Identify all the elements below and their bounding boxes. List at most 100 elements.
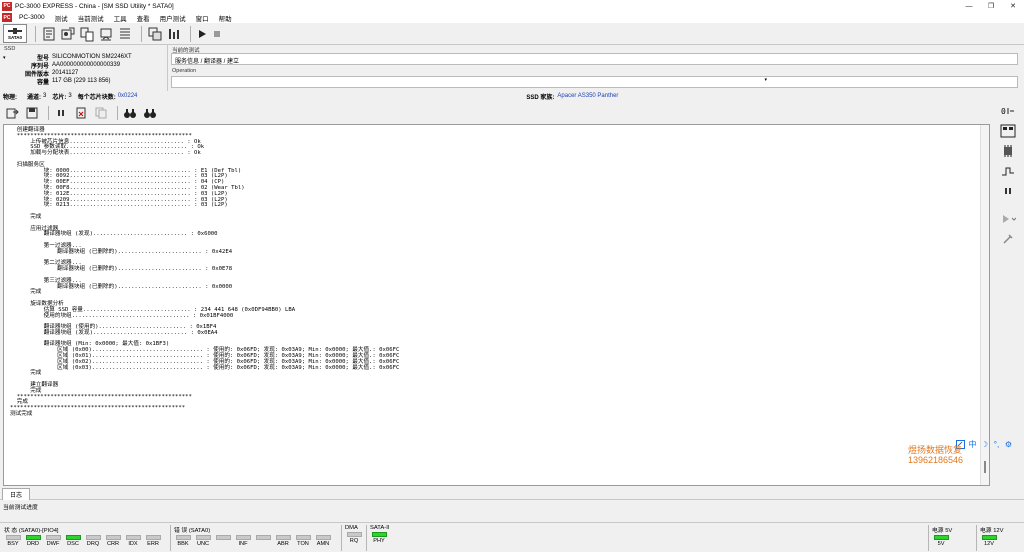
menu-view[interactable]: 查看 [132, 13, 155, 23]
terminal-button[interactable] [996, 122, 1020, 140]
led-lamp [125, 535, 141, 540]
toolbar-separator [141, 25, 142, 42]
menu-tools[interactable]: 工具 [109, 13, 132, 23]
copy-button[interactable] [93, 105, 109, 121]
drive-info-bar: 物理: 通道: 3 芯片: 3 每个芯片块数: 0x0224 SSD 家族: A… [0, 91, 1024, 101]
led-label: ERR [147, 541, 159, 547]
status-group-label: 状 态 (SATA0)-[PIO4] [4, 528, 59, 534]
status-separator [341, 525, 342, 551]
tab-log[interactable]: 日志 [2, 488, 30, 500]
find-button[interactable] [122, 105, 138, 121]
menu-window[interactable]: 窗口 [191, 13, 214, 23]
led-lamp [346, 532, 362, 537]
blocks-per-chip-value: 0x0224 [117, 93, 138, 99]
led-lamp [371, 532, 387, 537]
reset-drive-button[interactable] [60, 24, 76, 43]
current-test-panel: 当前的测试 服务信息 / 翻译器 / 建立 [168, 45, 1024, 67]
menu-pc3000[interactable]: PC-3000 [14, 14, 50, 21]
current-test-field: 服务信息 / 翻译器 / 建立 [171, 53, 1018, 65]
bar-chart-button[interactable] [166, 24, 182, 43]
status-separator [976, 525, 977, 551]
ime-moon-icon[interactable]: ☽ [980, 440, 989, 449]
save-icon [26, 107, 38, 119]
ime-settings-icon[interactable]: ⚙ [1004, 440, 1013, 449]
stop-button[interactable] [211, 24, 223, 43]
maximize-button[interactable]: ❐ [980, 0, 1002, 12]
signal-icon [1002, 167, 1014, 176]
log-toolbar [0, 102, 990, 124]
drive-pair-icon [80, 27, 94, 41]
operation-field[interactable]: ▾ [171, 76, 1018, 88]
ime-punct-icon[interactable]: °, [992, 440, 1001, 449]
chips-value: 3 [68, 93, 72, 99]
operation-dropdown-icon[interactable]: ▾ [764, 77, 767, 83]
windows-icon [148, 27, 162, 40]
ssd-family-value: Apacer AS350 Panther [557, 93, 619, 99]
export-button[interactable] [4, 105, 20, 121]
menu-current-test[interactable]: 当前测试 [73, 13, 109, 23]
menu-user-test[interactable]: 用户测试 [155, 13, 191, 23]
power-12v-label: 电源 12V [980, 528, 1004, 534]
drive-pair-button[interactable] [79, 24, 95, 43]
menu-app-icon[interactable]: PC [2, 13, 12, 22]
led-label: 5V [937, 541, 945, 547]
clear-log-button[interactable] [73, 105, 89, 121]
pause-button[interactable] [53, 105, 69, 121]
led-label: CRR [106, 541, 120, 547]
log-scrollbar-thumb[interactable] [984, 461, 986, 473]
pause-icon [58, 110, 64, 116]
menu-test[interactable]: 测试 [50, 13, 73, 23]
chip-button[interactable] [996, 142, 1020, 160]
bottom-tabs: 日志 [0, 487, 1024, 500]
led-inf: INF [234, 535, 252, 547]
log-scrollbar[interactable] [980, 125, 989, 485]
close-button[interactable]: ✕ [1002, 0, 1024, 12]
led-label: RQ [349, 538, 359, 544]
signal-button[interactable] [996, 162, 1020, 180]
drive-info-button[interactable] [41, 24, 57, 43]
led-lamp [175, 535, 191, 540]
minimize-button[interactable]: — [958, 0, 980, 12]
led-bsy: BSY [4, 535, 22, 547]
sata-plug-icon [8, 28, 22, 34]
sata-port-button[interactable]: SATA0 [3, 24, 27, 43]
copy-window-button[interactable] [147, 24, 163, 43]
hex-view-button[interactable]: 0 [996, 102, 1020, 120]
toolbar-separator [48, 106, 49, 120]
led-label: DSC [67, 541, 79, 547]
channels-label: 通道: [27, 94, 41, 101]
sata-group-label: SATA-II [370, 525, 390, 531]
start-button[interactable] [196, 24, 208, 43]
save-log-button[interactable] [24, 105, 40, 121]
log-list-button[interactable] [117, 24, 133, 43]
led-drd: DRD [24, 535, 42, 547]
play-side-button[interactable] [996, 210, 1020, 228]
menu-bar: PC PC-3000 测试 当前测试 工具 查看 用户测试 窗口 帮助 [0, 12, 1024, 23]
main-toolbar: SATA0 [0, 23, 1024, 45]
led-dsc: DSC [64, 535, 82, 547]
ssd-serial-value: AA000000000000000339 [52, 62, 121, 68]
connection-button[interactable] [98, 24, 114, 43]
power-5v-group: 电源 5V 5V [932, 525, 952, 547]
ssd-info-panel: SSD ▾ 型号 SILICONMOTION SM2246XT 序列号 AA00… [0, 45, 168, 91]
panel-pin-icon[interactable]: ▾ [3, 55, 6, 61]
led-label: INF [238, 541, 248, 547]
delete-doc-icon [76, 107, 86, 119]
terminal-icon [1000, 124, 1016, 138]
led-lamp [235, 535, 251, 540]
error-register-group: 错 误 (SATA0) BBK UNC INF ABR TON AMN [174, 525, 334, 547]
log-window[interactable]: 创建翻译器 **********************************… [3, 124, 990, 486]
menu-help[interactable]: 帮助 [214, 13, 237, 23]
led-lamp [981, 535, 997, 540]
pause-side-button[interactable] [996, 182, 1020, 200]
tools-button[interactable] [996, 230, 1020, 248]
power-12v-group: 电源 12V 12V [980, 525, 1004, 547]
find-next-button[interactable] [142, 105, 158, 121]
ime-toolbar: 中 ☽ °, ⚙ [956, 439, 1013, 450]
plug-icon [100, 28, 112, 40]
ime-chinese-mode[interactable]: 中 [968, 439, 977, 450]
drive-info-icon [43, 27, 55, 40]
led-12v: 12V [980, 535, 998, 547]
led-err: ERR [144, 535, 162, 547]
ssd-model-value: SILICONMOTION SM2246XT [52, 54, 132, 60]
